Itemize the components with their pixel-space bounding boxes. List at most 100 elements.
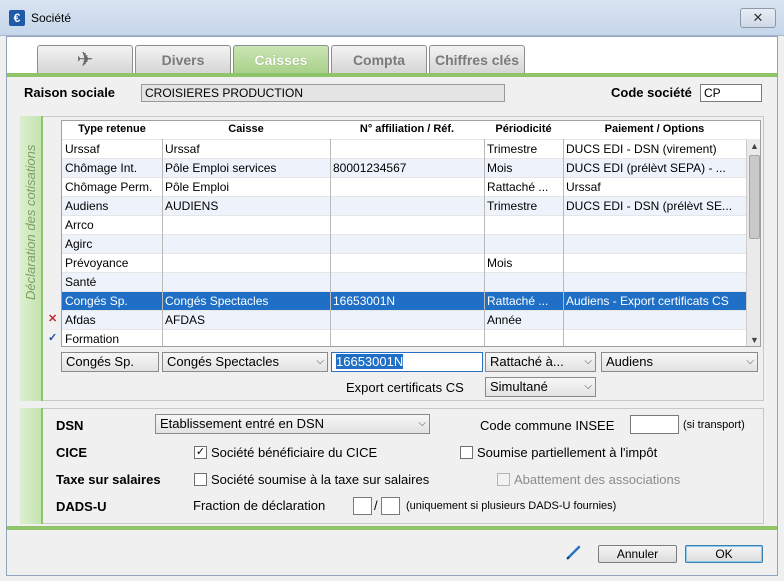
code-societe-label: Code société	[611, 85, 692, 100]
cice-label: CICE	[56, 445, 88, 460]
scroll-down-icon[interactable]: ▼	[747, 333, 760, 346]
check-mark-icon: ✓	[48, 332, 58, 344]
edit-periodicite-value: Rattaché à...	[490, 354, 564, 369]
table-row[interactable]: Audiens AUDIENS Trimestre DUCS EDI - DSN (p…	[62, 196, 746, 215]
chevron-down-icon: ⌵	[746, 356, 754, 367]
cell-paiement: DUCS EDI - DSN (prélèvt SE...	[566, 199, 733, 213]
col-periodicite[interactable]: Périodicité	[484, 123, 563, 135]
cell-type: Afdas	[65, 313, 96, 327]
cell-caisse: AFDAS	[165, 313, 206, 327]
declaration-section-label: Déclaration des cotisations	[23, 144, 38, 300]
tab-chiffres-cles[interactable]: Chiffres clés	[429, 45, 525, 73]
cell-type: Chômage Perm.	[65, 180, 153, 194]
chevron-down-icon: ⌵	[418, 418, 426, 429]
impot-checkbox-label: Soumise partiellement à l'impôt	[477, 445, 658, 460]
cell-period: Année	[487, 313, 522, 327]
table-row[interactable]: Arrco	[62, 215, 746, 234]
cell-period: Mois	[487, 161, 513, 175]
dsn-select[interactable]: Etablissement entré en DSN ⌵	[155, 414, 430, 434]
fraction-label: Fraction de déclaration	[193, 498, 326, 513]
cell-type: Chômage Int.	[65, 161, 138, 175]
abattement-checkbox[interactable]	[497, 473, 510, 486]
cell-period: Rattaché ...	[487, 294, 549, 308]
tab-compta[interactable]: Compta	[331, 45, 427, 73]
tab-plane[interactable]: ✈	[37, 45, 133, 73]
col-caisse[interactable]: Caisse	[162, 123, 330, 135]
cell-paiement: DUCS EDI - DSN (virement)	[566, 142, 717, 156]
table-row[interactable]: Santé	[62, 272, 746, 291]
raison-sociale-label: Raison sociale	[24, 85, 116, 100]
pen-icon[interactable]	[565, 543, 583, 561]
cell-type: Santé	[65, 275, 97, 289]
cell-caisse: Congés Spectacles	[165, 294, 269, 308]
cell-type: Arrco	[65, 218, 94, 232]
title-bar: € Société ✕	[0, 0, 784, 36]
table-row[interactable]: Chômage Int. Pôle Emploi services 80001234…	[62, 158, 746, 177]
ok-button[interactable]: OK	[685, 545, 763, 563]
dadsu-label: DADS-U	[56, 499, 107, 514]
code-societe-field[interactable]: CP	[700, 84, 762, 102]
export-certificats-label: Export certificats CS	[346, 380, 464, 395]
table-row[interactable]: Congés Sp. Congés Spectacles 16653001N Ratt…	[62, 291, 746, 310]
fraction-numerator-input[interactable]	[353, 497, 372, 515]
chevron-down-icon: ⌵	[584, 356, 592, 367]
edit-caisse-select[interactable]: Congés Spectacles ⌵	[162, 352, 328, 372]
tab-caisses[interactable]: Caisses	[233, 45, 329, 73]
scroll-up-icon[interactable]: ▲	[747, 139, 760, 154]
cotisations-grid: Type retenue Caisse N° affiliation / Réf…	[61, 120, 761, 347]
chevron-down-icon: ⌵	[584, 381, 592, 392]
cell-period: Trimestre	[487, 199, 538, 213]
plane-icon: ✈	[76, 49, 94, 71]
table-row[interactable]: Prévoyance Mois	[62, 253, 746, 272]
raison-sociale-field[interactable]: CROISIERES PRODUCTION	[141, 84, 505, 102]
chevron-down-icon: ⌵	[316, 356, 324, 367]
error-mark-icon: ✕	[48, 313, 58, 325]
cell-type: Prévoyance	[65, 256, 129, 270]
cell-affil: 16653001N	[333, 294, 396, 308]
scroll-thumb[interactable]	[749, 155, 760, 239]
edit-affiliation-input[interactable]: 16653001N	[331, 352, 483, 372]
cell-type: Congés Sp.	[65, 294, 128, 308]
cell-type: Audiens	[65, 199, 109, 213]
edit-caisse-value: Congés Spectacles	[167, 354, 280, 369]
impot-checkbox[interactable]	[460, 446, 473, 459]
cice-checkbox-label: Société bénéficiaire du CICE	[211, 445, 378, 460]
table-row[interactable]: Formation	[62, 329, 746, 346]
dsn-value: Etablissement entré en DSN	[160, 416, 325, 431]
edit-paiement-value: Audiens	[606, 354, 653, 369]
edit-paiement-select[interactable]: Audiens ⌵	[601, 352, 758, 372]
taxe-salaires-checkbox[interactable]	[194, 473, 207, 486]
col-affiliation[interactable]: N° affiliation / Réf.	[330, 123, 484, 135]
table-row[interactable]: Chômage Perm. Pôle Emploi Rattaché ... Urss…	[62, 177, 746, 196]
edit-affiliation-value: 16653001N	[336, 354, 404, 369]
fraction-note: (uniquement si plusieurs DADS-U fournies…	[406, 500, 617, 512]
si-transport-note: (si transport)	[683, 419, 745, 431]
col-type-retenue[interactable]: Type retenue	[62, 123, 162, 135]
cell-period: Rattaché ...	[487, 180, 549, 194]
cell-type: Formation	[65, 332, 120, 346]
window-title: Société	[31, 11, 72, 25]
cell-type: Urssaf	[65, 142, 100, 156]
cice-checkbox[interactable]: ✓	[194, 446, 207, 459]
edit-type-field[interactable]: Congés Sp.	[61, 352, 159, 372]
grid-scrollbar[interactable]: ▲ ▼	[746, 139, 760, 346]
tab-divers[interactable]: Divers	[135, 45, 231, 73]
taxe-salaires-checkbox-label: Société soumise à la taxe sur salaires	[211, 472, 430, 487]
edit-periodicite-select[interactable]: Rattaché à... ⌵	[485, 352, 596, 372]
settings-side-bar	[20, 408, 43, 524]
cancel-button[interactable]: Annuler	[598, 545, 677, 563]
cell-paiement: DUCS EDI (prélèvt SEPA) - ...	[566, 161, 726, 175]
export-certificats-select[interactable]: Simultané ⌵	[485, 377, 596, 397]
table-row[interactable]: Afdas AFDAS Année	[62, 310, 746, 329]
checkmark-icon: ✓	[195, 446, 206, 458]
table-row[interactable]: Urssaf Urssaf Trimestre DUCS EDI - DSN (vir…	[62, 139, 746, 158]
cell-caisse: Pôle Emploi	[165, 180, 230, 194]
cell-caisse: Urssaf	[165, 142, 200, 156]
cell-caisse: Pôle Emploi services	[165, 161, 277, 175]
table-row[interactable]: Agirc	[62, 234, 746, 253]
fraction-denominator-input[interactable]	[381, 497, 400, 515]
window-close-button[interactable]: ✕	[740, 8, 776, 28]
col-paiement[interactable]: Paiement / Options	[563, 123, 746, 135]
cell-paiement: Urssaf	[566, 180, 601, 194]
code-insee-input[interactable]	[630, 415, 679, 434]
